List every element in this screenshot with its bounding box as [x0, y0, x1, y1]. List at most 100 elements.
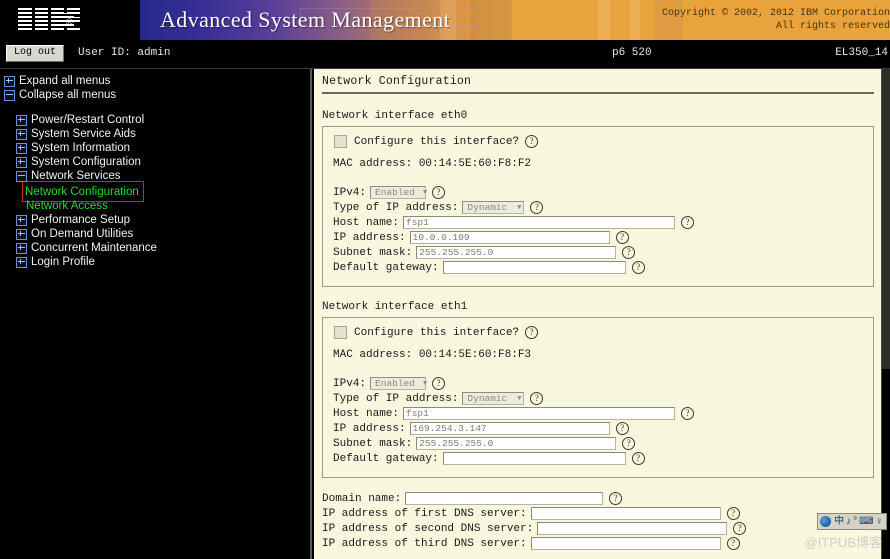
content-panel: Network Configuration Network interface … — [314, 69, 882, 559]
sidebar-divider — [310, 69, 312, 559]
help-icon[interactable]: ? — [631, 452, 645, 465]
plus-box-icon — [16, 229, 27, 240]
ipv4-label: IPv4: — [333, 186, 367, 199]
ime-fullwidth-icon[interactable]: ° — [853, 516, 857, 528]
expand-all-menus[interactable]: Expand all menus — [0, 75, 310, 88]
help-icon[interactable]: ? — [525, 135, 539, 148]
chevron-down-icon: ▼ — [517, 203, 522, 212]
collapse-all-menus[interactable]: Collapse all menus — [0, 89, 310, 102]
ip-type-select-eth1[interactable]: Dynamic ▼ — [462, 392, 525, 405]
sidebar-item-label: Performance Setup — [31, 214, 131, 226]
plus-box-icon — [4, 76, 15, 87]
help-icon[interactable]: ? — [726, 537, 740, 550]
second-dns-row: IP address of second DNS server: ? — [322, 522, 874, 535]
banner-decoration — [598, 0, 610, 40]
sidebar-item-network-configuration[interactable]: Network Configuration — [0, 181, 310, 202]
configure-interface-checkbox-eth1[interactable] — [334, 326, 347, 339]
default-gateway-label: Default gateway: — [333, 261, 439, 274]
configure-interface-checkbox-eth0[interactable] — [334, 135, 347, 148]
ime-tools-icon[interactable]: ♀ — [876, 516, 884, 528]
plus-box-icon — [16, 115, 27, 126]
interface-heading-eth0: Network interface eth0 — [322, 110, 468, 122]
copyright-notice: Copyright © 2002, 2012 IBM Corporation A… — [662, 7, 890, 33]
third-dns-label: IP address of third DNS server: — [322, 537, 527, 550]
sidebar-item-system-information[interactable]: System Information — [0, 142, 310, 155]
ip-address-input-eth0[interactable]: 10.0.0.109 — [409, 231, 610, 244]
help-icon[interactable]: ? — [432, 186, 446, 199]
ip-type-select-eth0[interactable]: Dynamic ▼ — [462, 201, 525, 214]
minus-box-icon — [4, 90, 15, 101]
default-gateway-input-eth1[interactable] — [442, 452, 626, 465]
machine-type-label: p6 520 — [612, 47, 652, 59]
help-icon[interactable]: ? — [681, 216, 695, 229]
plus-box-icon — [16, 157, 27, 168]
help-icon[interactable]: ? — [622, 246, 636, 259]
sidebar-item-performance-setup[interactable]: Performance Setup — [0, 214, 310, 227]
sidebar-item-on-demand-utilities[interactable]: On Demand Utilities — [0, 228, 310, 241]
host-name-input-eth1[interactable]: fsp1 — [403, 407, 676, 420]
ip-type-select-value: Dynamic — [467, 202, 508, 213]
sidebar-item-system-configuration[interactable]: System Configuration — [0, 156, 310, 169]
subnet-mask-label: Subnet mask: — [333, 437, 413, 450]
ime-punctuation-icon[interactable]: ♪ — [846, 516, 851, 528]
help-icon[interactable]: ? — [530, 201, 544, 214]
help-icon[interactable]: ? — [615, 422, 629, 435]
subnet-mask-input-eth1[interactable]: 255.255.255.0 — [416, 437, 617, 450]
logout-button[interactable]: Log out — [6, 45, 65, 62]
help-icon[interactable]: ? — [432, 377, 446, 390]
banner-decoration — [630, 0, 640, 40]
ip-type-label: Type of IP address: — [333, 201, 459, 214]
user-id-label: User ID: admin — [78, 47, 171, 59]
second-dns-input[interactable] — [537, 522, 728, 535]
sidebar-item-concurrent-maintenance[interactable]: Concurrent Maintenance — [0, 242, 310, 255]
help-icon[interactable]: ? — [615, 231, 629, 244]
interface-heading-eth1: Network interface eth1 — [322, 301, 468, 313]
ipv4-select-eth1[interactable]: Enabled ▼ — [370, 377, 427, 390]
help-icon[interactable]: ? — [525, 326, 539, 339]
plus-box-icon — [16, 243, 27, 254]
content-scrollbar[interactable] — [881, 69, 890, 559]
sidebar-item-label: Network Configuration — [25, 186, 139, 198]
plus-box-icon — [16, 215, 27, 226]
ime-toolbar[interactable]: 中 ♪ ° ⌨ ♀ — [817, 513, 887, 530]
default-gateway-input-eth0[interactable] — [442, 261, 626, 274]
scrollbar-thumb[interactable] — [882, 69, 890, 369]
default-gateway-label: Default gateway: — [333, 452, 439, 465]
ip-type-select-value: Dynamic — [467, 393, 508, 404]
sidebar-item-login-profile[interactable]: Login Profile — [0, 256, 310, 269]
ip-type-row-eth1: Type of IP address: Dynamic ▼ ? — [333, 392, 863, 405]
app-banner: ® Advanced System Management Copyright ©… — [0, 0, 890, 40]
help-icon[interactable]: ? — [631, 261, 645, 274]
help-icon[interactable]: ? — [622, 437, 636, 450]
first-dns-input[interactable] — [530, 507, 721, 520]
domain-name-input[interactable] — [405, 492, 604, 505]
page-title: Network Configuration — [322, 75, 874, 94]
app-title: Advanced System Management — [160, 7, 451, 32]
ibm-logo-panel: ® — [0, 0, 140, 40]
sidebar-item-network-access[interactable]: Network Access — [0, 200, 310, 213]
ipv4-select-eth0[interactable]: Enabled ▼ — [370, 186, 427, 199]
help-icon[interactable]: ? — [681, 407, 695, 420]
expand-all-label: Expand all menus — [19, 75, 111, 87]
help-icon[interactable]: ? — [609, 492, 623, 505]
sidebar-item-label: Login Profile — [31, 256, 95, 268]
ime-keyboard-icon[interactable]: ⌨ — [859, 516, 873, 528]
configure-interface-row-eth1: Configure this interface? ? — [333, 326, 863, 339]
third-dns-input[interactable] — [530, 537, 721, 550]
ime-globe-icon[interactable] — [820, 516, 832, 527]
help-icon[interactable]: ? — [733, 522, 747, 535]
ime-mode-chinese-icon[interactable]: 中 — [834, 516, 844, 528]
help-icon[interactable]: ? — [530, 392, 544, 405]
host-name-label: Host name: — [333, 407, 400, 420]
sidebar-item-system-service-aids[interactable]: System Service Aids — [0, 128, 310, 141]
interface-section-eth0: Configure this interface? ? MAC address:… — [322, 126, 874, 287]
first-dns-label: IP address of first DNS server: — [322, 507, 527, 520]
help-icon[interactable]: ? — [726, 507, 740, 520]
sidebar-item-power-restart-control[interactable]: Power/Restart Control — [0, 114, 310, 127]
banner-decoration — [470, 0, 512, 40]
sidebar-item-label: System Configuration — [31, 156, 141, 168]
subnet-mask-input-eth0[interactable]: 255.255.255.0 — [416, 246, 617, 259]
ip-address-input-eth1[interactable]: 169.254.3.147 — [409, 422, 610, 435]
configure-interface-label: Configure this interface? — [354, 135, 520, 148]
host-name-input-eth0[interactable]: fsp1 — [403, 216, 676, 229]
